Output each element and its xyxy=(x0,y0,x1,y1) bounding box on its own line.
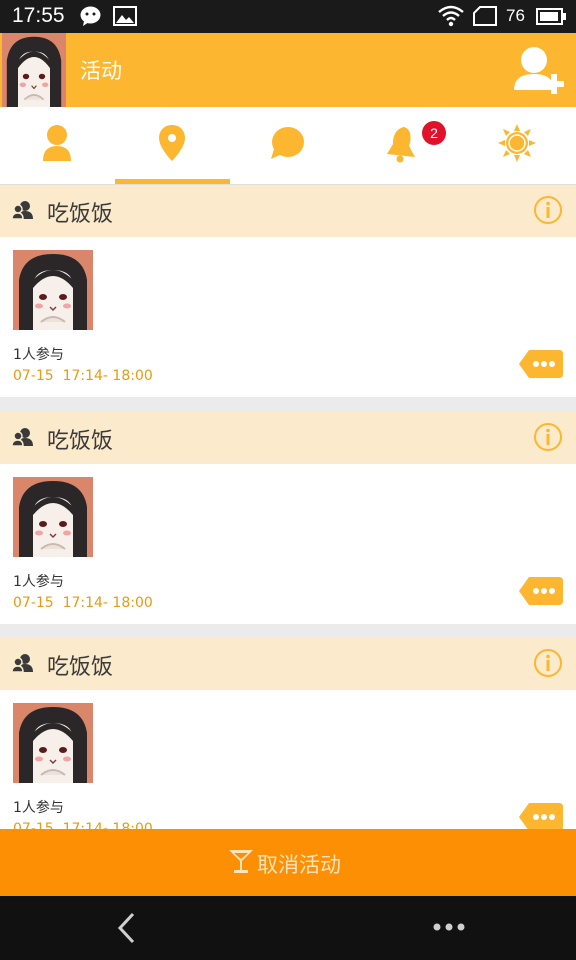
location-pin-icon xyxy=(159,125,185,161)
add-user-icon xyxy=(514,47,564,94)
info-icon[interactable] xyxy=(533,648,563,678)
group-icon xyxy=(12,201,33,220)
activity-time: 07-15 17:14- 18:00 xyxy=(13,595,153,611)
info-icon[interactable] xyxy=(533,422,563,452)
more-tag-icon[interactable] xyxy=(519,349,563,379)
battery-icon xyxy=(536,8,566,29)
participant-avatar[interactable] xyxy=(13,477,93,557)
tab-notifications[interactable] xyxy=(345,107,460,184)
chat-bubble-icon xyxy=(271,127,304,159)
app-bar: 活动 xyxy=(0,33,576,107)
activity-title: 吃饭饭 xyxy=(47,655,114,680)
activity-time: 07-15 17:14- 18:00 xyxy=(13,368,153,384)
tab-bar xyxy=(0,107,576,185)
activity-card[interactable]: 吃饭饭 1人参与 07-15 17:14- 18:00 xyxy=(0,185,576,397)
activity-card[interactable]: 吃饭饭 1人参与 07-15 17:14- 18:00 xyxy=(0,412,576,624)
tab-profile[interactable] xyxy=(0,107,115,184)
activity-header: 吃饭饭 xyxy=(0,638,576,690)
more-tag-icon[interactable] xyxy=(519,576,563,606)
sun-icon xyxy=(498,124,536,162)
image-notification-icon xyxy=(113,6,137,30)
more-tag-icon[interactable] xyxy=(519,802,563,829)
person-icon xyxy=(43,125,71,161)
status-bar: 17:55 76 xyxy=(0,0,576,33)
tab-location[interactable] xyxy=(115,107,230,184)
activity-header: 吃饭饭 xyxy=(0,185,576,237)
tab-settings[interactable] xyxy=(460,107,575,184)
chat-notification-icon xyxy=(80,6,101,30)
avatar[interactable] xyxy=(2,33,66,107)
notification-badge: 2 xyxy=(422,121,446,145)
participant-avatar[interactable] xyxy=(13,703,93,783)
back-icon[interactable] xyxy=(116,912,136,944)
participant-count: 1人参与 xyxy=(13,800,64,816)
more-menu-icon[interactable] xyxy=(432,922,466,932)
sim-icon xyxy=(473,6,497,30)
page-title: 活动 xyxy=(80,59,122,83)
add-user-button[interactable] xyxy=(510,44,566,96)
activity-card[interactable]: 吃饭饭 1人参与 07-15 17:14- 18:00 xyxy=(0,638,576,829)
tab-selected-indicator xyxy=(115,179,230,184)
bell-icon xyxy=(387,127,415,163)
activity-time: 07-15 17:14- 18:00 xyxy=(13,821,153,829)
wifi-icon xyxy=(438,5,464,31)
cocktail-icon xyxy=(229,850,253,873)
cancel-activity-label: 取消活动 xyxy=(257,853,341,877)
activity-title: 吃饭饭 xyxy=(47,202,114,227)
cancel-activity-button[interactable]: 取消活动 xyxy=(0,829,576,896)
participant-count: 1人参与 xyxy=(13,347,64,363)
activity-header: 吃饭饭 xyxy=(0,412,576,464)
participant-count: 1人参与 xyxy=(13,574,64,590)
system-nav-bar xyxy=(0,896,576,960)
participant-avatar[interactable] xyxy=(13,250,93,330)
status-time: 17:55 xyxy=(12,4,65,27)
tab-messages[interactable] xyxy=(230,107,345,184)
group-icon xyxy=(12,428,33,447)
info-icon[interactable] xyxy=(533,195,563,225)
group-icon xyxy=(12,654,33,673)
activity-title: 吃饭饭 xyxy=(47,429,114,454)
battery-level: 76 xyxy=(506,6,525,25)
activity-list[interactable]: 吃饭饭 1人参与 07-15 17:14- 18:00 吃饭饭 1人参与 07-… xyxy=(0,185,576,829)
